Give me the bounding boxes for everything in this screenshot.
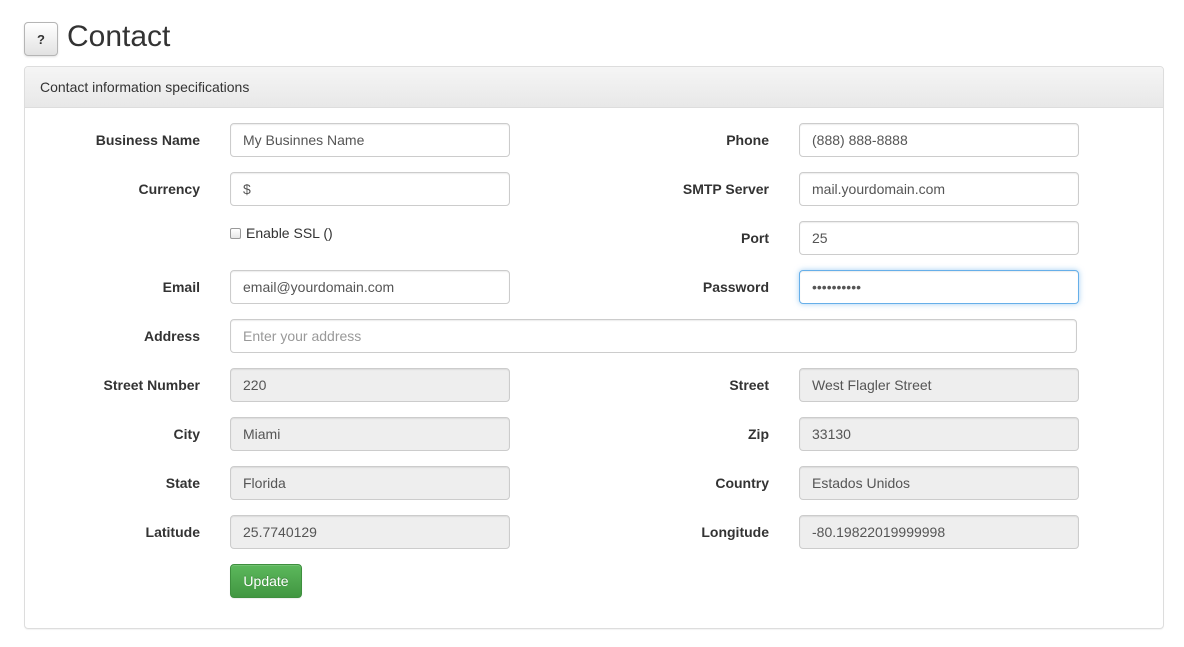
longitude-label: Longitude	[701, 524, 769, 540]
street-label: Street	[729, 377, 769, 393]
smtp-server-label: SMTP Server	[682, 181, 769, 197]
enable-ssl-label: Enable SSL ()	[246, 225, 333, 241]
longitude-input[interactable]	[799, 515, 1079, 549]
city-label: City	[173, 426, 200, 442]
business-name-input[interactable]	[230, 123, 510, 157]
panel-heading: Contact information specifications	[25, 67, 1163, 108]
country-label: Country	[715, 475, 769, 491]
port-input[interactable]	[799, 221, 1079, 255]
password-input[interactable]	[799, 270, 1079, 304]
currency-label: Currency	[138, 181, 200, 197]
street-number-label: Street Number	[103, 377, 200, 393]
enable-ssl-option[interactable]: Enable SSL ()	[230, 224, 333, 242]
city-input[interactable]	[230, 417, 510, 451]
zip-input[interactable]	[799, 417, 1079, 451]
latitude-input[interactable]	[230, 515, 510, 549]
state-input[interactable]	[230, 466, 510, 500]
address-label: Address	[143, 328, 200, 344]
page-title: Contact	[67, 20, 171, 53]
phone-label: Phone	[726, 132, 769, 148]
update-button[interactable]: Update	[230, 564, 302, 598]
country-input[interactable]	[799, 466, 1079, 500]
latitude-label: Latitude	[145, 524, 200, 540]
street-number-input[interactable]	[230, 368, 510, 402]
email-input[interactable]	[230, 270, 510, 304]
port-label: Port	[741, 230, 769, 246]
help-button[interactable]: ?	[24, 22, 58, 56]
smtp-server-input[interactable]	[799, 172, 1079, 206]
enable-ssl-checkbox[interactable]	[230, 227, 241, 239]
zip-label: Zip	[748, 426, 769, 442]
phone-input[interactable]	[799, 123, 1079, 157]
street-input[interactable]	[799, 368, 1079, 402]
email-label: Email	[162, 279, 200, 295]
state-label: State	[165, 475, 200, 491]
currency-input[interactable]	[230, 172, 510, 206]
business-name-label: Business Name	[95, 132, 200, 148]
password-label: Password	[702, 279, 769, 295]
address-input[interactable]	[230, 319, 1077, 353]
